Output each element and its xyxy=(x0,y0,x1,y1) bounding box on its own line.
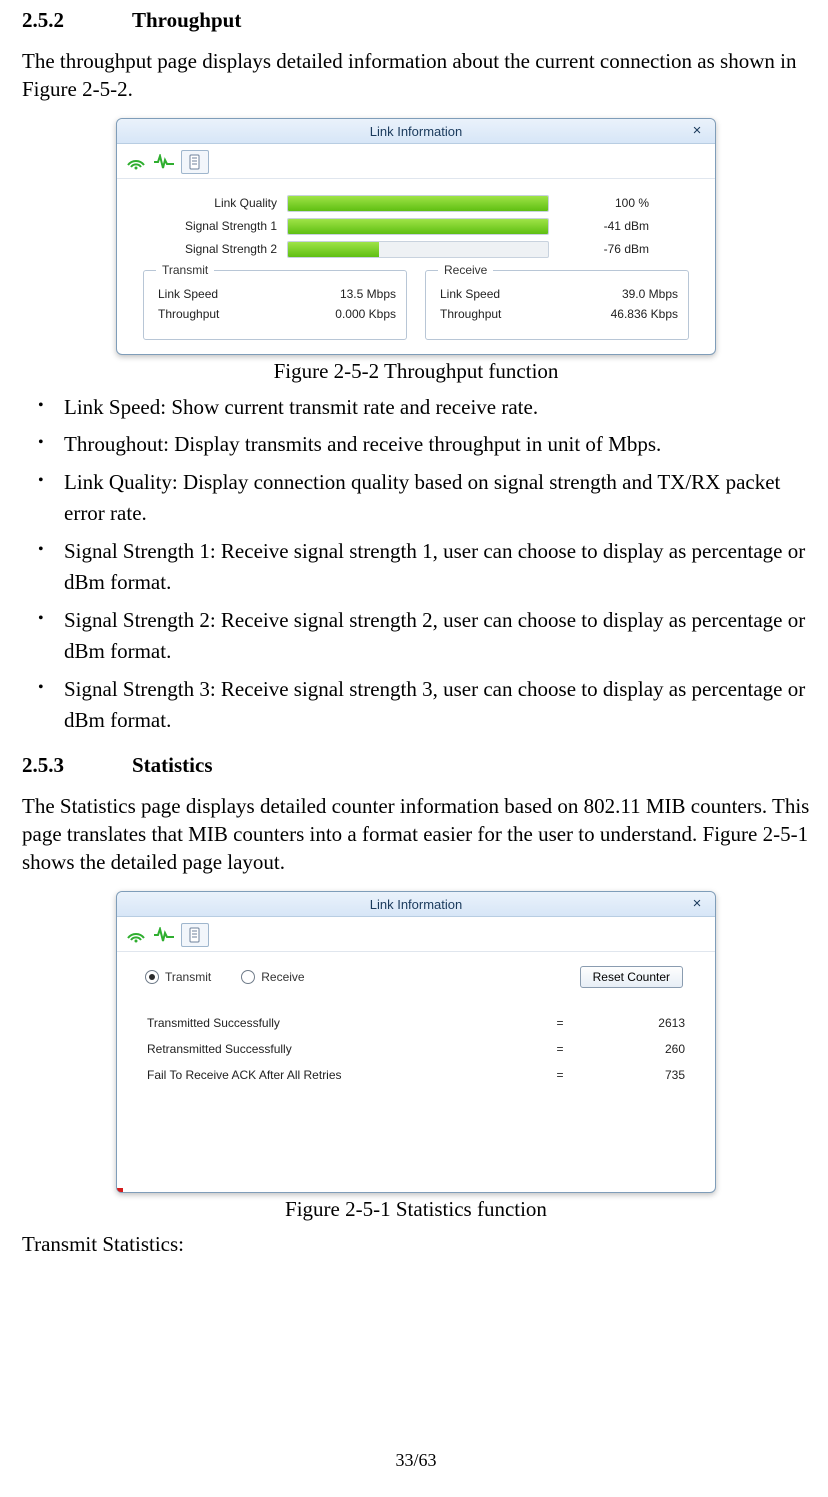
figure-caption-1: Figure 2-5-2 Throughput function xyxy=(22,359,810,384)
window-body: Link Quality 100 % Signal Strength 1 -41… xyxy=(117,179,715,354)
stats-row: Transmitted Successfully = 2613 xyxy=(147,1016,685,1030)
list-item: Link Quality: Display connection quality… xyxy=(50,467,810,530)
stat-row: Link Speed 39.0 Mbps xyxy=(440,287,678,301)
stats-value: 260 xyxy=(575,1042,685,1056)
window-toolbar xyxy=(117,917,715,952)
list-item: Signal Strength 3: Receive signal streng… xyxy=(50,674,810,737)
stats-label: Fail To Receive ACK After All Retries xyxy=(147,1068,545,1082)
bar-track xyxy=(287,195,549,212)
group-legend: Receive xyxy=(438,263,493,277)
signal-bars: Link Quality 100 % Signal Strength 1 -41… xyxy=(157,195,675,258)
bar-fill xyxy=(288,242,379,257)
reset-counter-button[interactable]: Reset Counter xyxy=(580,966,683,988)
tx-rx-groups: Transmit Link Speed 13.5 Mbps Throughput… xyxy=(137,270,695,340)
radio-label: Receive xyxy=(261,970,304,984)
stat-key: Link Speed xyxy=(440,287,500,301)
bar-row-link-quality: Link Quality 100 % xyxy=(157,195,675,212)
throughput-bullet-list: Link Speed: Show current transmit rate a… xyxy=(22,392,810,737)
window-titlebar: Link Information × xyxy=(117,892,715,917)
section-number: 2.5.2 xyxy=(22,8,132,33)
statistics-controls: Transmit Receive Reset Counter xyxy=(117,952,715,994)
group-legend: Transmit xyxy=(156,263,214,277)
close-icon[interactable]: × xyxy=(689,122,705,138)
bar-value: -76 dBm xyxy=(549,242,649,256)
radio-dot-icon xyxy=(241,970,255,984)
receive-group: Receive Link Speed 39.0 Mbps Throughput … xyxy=(425,270,689,340)
transmit-statistics-label: Transmit Statistics: xyxy=(22,1230,810,1258)
list-item: Link Speed: Show current transmit rate a… xyxy=(50,392,810,424)
stat-value: 46.836 Kbps xyxy=(611,307,678,321)
stats-value: 2613 xyxy=(575,1016,685,1030)
stat-key: Throughput xyxy=(440,307,501,321)
bar-label: Signal Strength 2 xyxy=(157,242,287,256)
close-icon[interactable]: × xyxy=(689,895,705,911)
figure-caption-2: Figure 2-5-1 Statistics function xyxy=(22,1197,810,1222)
stat-value: 39.0 Mbps xyxy=(622,287,678,301)
section-2-5-2-header: 2.5.2 Throughput xyxy=(22,8,810,33)
stats-row: Fail To Receive ACK After All Retries = … xyxy=(147,1068,685,1082)
wifi-icon[interactable] xyxy=(125,925,147,945)
section-number: 2.5.3 xyxy=(22,753,132,778)
statistics-body: Transmitted Successfully = 2613 Retransm… xyxy=(117,994,715,1134)
list-item: Signal Strength 2: Receive signal streng… xyxy=(50,605,810,668)
window-toolbar xyxy=(117,144,715,179)
list-item: Throughout: Display transmits and receiv… xyxy=(50,429,810,461)
equals-sign: = xyxy=(545,1042,575,1056)
stat-row: Throughput 46.836 Kbps xyxy=(440,307,678,321)
heartbeat-icon[interactable] xyxy=(153,925,175,945)
stat-row: Link Speed 13.5 Mbps xyxy=(158,287,396,301)
section-title: Statistics xyxy=(132,753,213,778)
window-title: Link Information xyxy=(370,124,463,139)
equals-sign: = xyxy=(545,1068,575,1082)
stats-value: 735 xyxy=(575,1068,685,1082)
heartbeat-icon[interactable] xyxy=(153,152,175,172)
document-icon[interactable] xyxy=(181,923,209,947)
wifi-icon[interactable] xyxy=(125,152,147,172)
equals-sign: = xyxy=(545,1016,575,1030)
stats-label: Retransmitted Successfully xyxy=(147,1042,545,1056)
bar-label: Link Quality xyxy=(157,196,287,210)
intro-paragraph-statistics: The Statistics page displays detailed co… xyxy=(22,792,810,877)
document-icon[interactable] xyxy=(181,150,209,174)
bar-value: -41 dBm xyxy=(549,219,649,233)
bar-track xyxy=(287,218,549,235)
stat-key: Link Speed xyxy=(158,287,218,301)
stats-row: Retransmitted Successfully = 260 xyxy=(147,1042,685,1056)
stats-label: Transmitted Successfully xyxy=(147,1016,545,1030)
link-information-window-statistics: Link Information × Transmit Receive xyxy=(116,891,716,1193)
link-information-window-throughput: Link Information × Link Quality 100 % xyxy=(116,118,716,355)
bar-row-signal-2: Signal Strength 2 -76 dBm xyxy=(157,241,675,258)
section-title: Throughput xyxy=(132,8,241,33)
red-edge-accent xyxy=(117,1188,123,1192)
bar-label: Signal Strength 1 xyxy=(157,219,287,233)
transmit-group: Transmit Link Speed 13.5 Mbps Throughput… xyxy=(143,270,407,340)
intro-paragraph-throughput: The throughput page displays detailed in… xyxy=(22,47,810,104)
stat-row: Throughput 0.000 Kbps xyxy=(158,307,396,321)
page-footer: 33/63 xyxy=(22,1450,810,1471)
bar-fill xyxy=(288,196,548,211)
stat-key: Throughput xyxy=(158,307,219,321)
section-2-5-3-header: 2.5.3 Statistics xyxy=(22,753,810,778)
bar-value: 100 % xyxy=(549,196,649,210)
bar-track xyxy=(287,241,549,258)
bar-row-signal-1: Signal Strength 1 -41 dBm xyxy=(157,218,675,235)
stat-value: 0.000 Kbps xyxy=(335,307,396,321)
radio-transmit[interactable]: Transmit xyxy=(145,970,211,984)
radio-dot-selected-icon xyxy=(145,970,159,984)
stat-value: 13.5 Mbps xyxy=(340,287,396,301)
radio-label: Transmit xyxy=(165,970,211,984)
window-title: Link Information xyxy=(370,897,463,912)
bar-fill xyxy=(288,219,548,234)
radio-receive[interactable]: Receive xyxy=(241,970,304,984)
list-item: Signal Strength 1: Receive signal streng… xyxy=(50,536,810,599)
window-titlebar: Link Information × xyxy=(117,119,715,144)
